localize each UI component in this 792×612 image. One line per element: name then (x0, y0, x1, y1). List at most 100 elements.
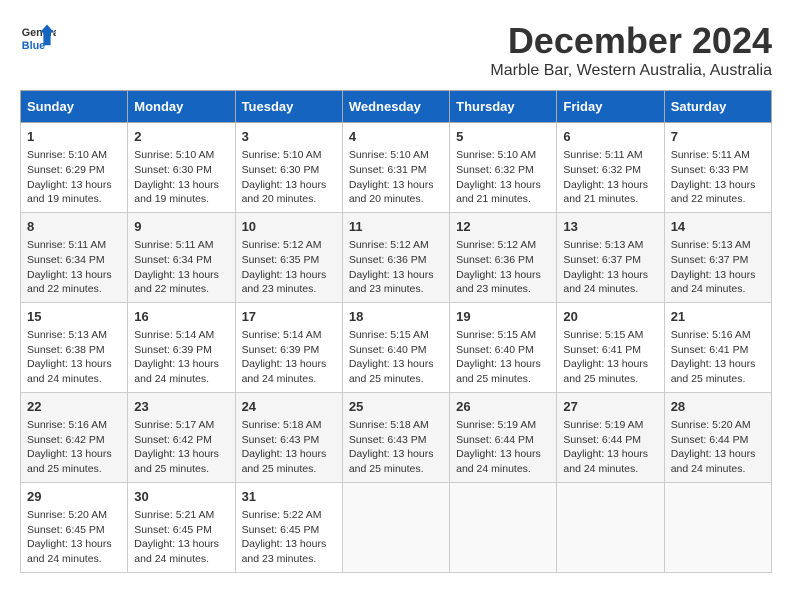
sunrise-text: Sunrise: 5:15 AM (349, 329, 429, 341)
sunset-text: Sunset: 6:45 PM (242, 524, 320, 536)
title-block: December 2024 Marble Bar, Western Austra… (490, 20, 772, 80)
table-row: 26Sunrise: 5:19 AMSunset: 6:44 PMDayligh… (450, 392, 557, 482)
table-row: 17Sunrise: 5:14 AMSunset: 6:39 PMDayligh… (235, 302, 342, 392)
table-row: 28Sunrise: 5:20 AMSunset: 6:44 PMDayligh… (664, 392, 771, 482)
sunrise-text: Sunrise: 5:14 AM (242, 329, 322, 341)
table-row: 3Sunrise: 5:10 AMSunset: 6:30 PMDaylight… (235, 123, 342, 213)
day-number: 10 (242, 218, 336, 236)
table-row: 23Sunrise: 5:17 AMSunset: 6:42 PMDayligh… (128, 392, 235, 482)
sunset-text: Sunset: 6:40 PM (456, 344, 534, 356)
sunrise-text: Sunrise: 5:10 AM (456, 149, 536, 161)
sunset-text: Sunset: 6:33 PM (671, 164, 749, 176)
daylight-text: Daylight: 13 hours and 24 minutes. (134, 538, 219, 565)
table-row: 24Sunrise: 5:18 AMSunset: 6:43 PMDayligh… (235, 392, 342, 482)
sunrise-text: Sunrise: 5:10 AM (349, 149, 429, 161)
daylight-text: Daylight: 13 hours and 24 minutes. (671, 269, 756, 296)
sunset-text: Sunset: 6:39 PM (134, 344, 212, 356)
daylight-text: Daylight: 13 hours and 24 minutes. (27, 538, 112, 565)
sunrise-text: Sunrise: 5:11 AM (27, 239, 106, 251)
sunrise-text: Sunrise: 5:13 AM (671, 239, 751, 251)
col-saturday: Saturday (664, 91, 771, 123)
table-row: 16Sunrise: 5:14 AMSunset: 6:39 PMDayligh… (128, 302, 235, 392)
sunrise-text: Sunrise: 5:19 AM (563, 419, 643, 431)
day-number: 22 (27, 398, 121, 416)
day-number: 28 (671, 398, 765, 416)
day-number: 14 (671, 218, 765, 236)
table-row: 21Sunrise: 5:16 AMSunset: 6:41 PMDayligh… (664, 302, 771, 392)
table-row: 29Sunrise: 5:20 AMSunset: 6:45 PMDayligh… (21, 482, 128, 572)
day-number: 6 (563, 128, 657, 146)
day-number: 8 (27, 218, 121, 236)
day-number: 13 (563, 218, 657, 236)
col-monday: Monday (128, 91, 235, 123)
day-number: 26 (456, 398, 550, 416)
table-row: 6Sunrise: 5:11 AMSunset: 6:32 PMDaylight… (557, 123, 664, 213)
sunrise-text: Sunrise: 5:16 AM (27, 419, 107, 431)
sunrise-text: Sunrise: 5:12 AM (349, 239, 429, 251)
sunset-text: Sunset: 6:38 PM (27, 344, 105, 356)
daylight-text: Daylight: 13 hours and 20 minutes. (242, 179, 327, 206)
sunrise-text: Sunrise: 5:15 AM (456, 329, 536, 341)
day-number: 3 (242, 128, 336, 146)
page-subtitle: Marble Bar, Western Australia, Australia (490, 62, 772, 80)
daylight-text: Daylight: 13 hours and 23 minutes. (242, 538, 327, 565)
daylight-text: Daylight: 13 hours and 25 minutes. (456, 358, 541, 385)
table-row: 20Sunrise: 5:15 AMSunset: 6:41 PMDayligh… (557, 302, 664, 392)
day-number: 20 (563, 308, 657, 326)
daylight-text: Daylight: 13 hours and 22 minutes. (134, 269, 219, 296)
table-row: 11Sunrise: 5:12 AMSunset: 6:36 PMDayligh… (342, 212, 449, 302)
daylight-text: Daylight: 13 hours and 25 minutes. (134, 448, 219, 475)
table-row: 4Sunrise: 5:10 AMSunset: 6:31 PMDaylight… (342, 123, 449, 213)
calendar-header-row: Sunday Monday Tuesday Wednesday Thursday… (21, 91, 772, 123)
sunset-text: Sunset: 6:32 PM (456, 164, 534, 176)
sunrise-text: Sunrise: 5:12 AM (456, 239, 536, 251)
day-number: 18 (349, 308, 443, 326)
sunset-text: Sunset: 6:36 PM (349, 254, 427, 266)
table-row: 14Sunrise: 5:13 AMSunset: 6:37 PMDayligh… (664, 212, 771, 302)
sunset-text: Sunset: 6:36 PM (456, 254, 534, 266)
table-row: 13Sunrise: 5:13 AMSunset: 6:37 PMDayligh… (557, 212, 664, 302)
col-thursday: Thursday (450, 91, 557, 123)
table-row: 2Sunrise: 5:10 AMSunset: 6:30 PMDaylight… (128, 123, 235, 213)
sunset-text: Sunset: 6:42 PM (134, 434, 212, 446)
day-number: 9 (134, 218, 228, 236)
table-row: 18Sunrise: 5:15 AMSunset: 6:40 PMDayligh… (342, 302, 449, 392)
sunset-text: Sunset: 6:44 PM (671, 434, 749, 446)
day-number: 25 (349, 398, 443, 416)
day-number: 24 (242, 398, 336, 416)
day-number: 2 (134, 128, 228, 146)
table-row: 19Sunrise: 5:15 AMSunset: 6:40 PMDayligh… (450, 302, 557, 392)
day-number: 7 (671, 128, 765, 146)
sunrise-text: Sunrise: 5:10 AM (27, 149, 107, 161)
svg-text:Blue: Blue (22, 40, 45, 52)
sunset-text: Sunset: 6:35 PM (242, 254, 320, 266)
day-number: 21 (671, 308, 765, 326)
sunrise-text: Sunrise: 5:13 AM (563, 239, 643, 251)
daylight-text: Daylight: 13 hours and 24 minutes. (27, 358, 112, 385)
day-number: 15 (27, 308, 121, 326)
col-sunday: Sunday (21, 91, 128, 123)
table-row (342, 482, 449, 572)
sunset-text: Sunset: 6:43 PM (242, 434, 320, 446)
daylight-text: Daylight: 13 hours and 20 minutes. (349, 179, 434, 206)
daylight-text: Daylight: 13 hours and 25 minutes. (242, 448, 327, 475)
sunrise-text: Sunrise: 5:13 AM (27, 329, 107, 341)
sunset-text: Sunset: 6:31 PM (349, 164, 427, 176)
sunset-text: Sunset: 6:41 PM (563, 344, 641, 356)
daylight-text: Daylight: 13 hours and 19 minutes. (134, 179, 219, 206)
day-number: 17 (242, 308, 336, 326)
sunset-text: Sunset: 6:44 PM (563, 434, 641, 446)
day-number: 11 (349, 218, 443, 236)
sunrise-text: Sunrise: 5:18 AM (349, 419, 429, 431)
table-row: 9Sunrise: 5:11 AMSunset: 6:34 PMDaylight… (128, 212, 235, 302)
sunrise-text: Sunrise: 5:21 AM (134, 509, 214, 521)
col-friday: Friday (557, 91, 664, 123)
sunrise-text: Sunrise: 5:22 AM (242, 509, 322, 521)
daylight-text: Daylight: 13 hours and 24 minutes. (563, 448, 648, 475)
day-number: 23 (134, 398, 228, 416)
sunrise-text: Sunrise: 5:11 AM (671, 149, 750, 161)
table-row: 7Sunrise: 5:11 AMSunset: 6:33 PMDaylight… (664, 123, 771, 213)
sunrise-text: Sunrise: 5:19 AM (456, 419, 536, 431)
table-row: 8Sunrise: 5:11 AMSunset: 6:34 PMDaylight… (21, 212, 128, 302)
page-title: December 2024 (490, 20, 772, 62)
